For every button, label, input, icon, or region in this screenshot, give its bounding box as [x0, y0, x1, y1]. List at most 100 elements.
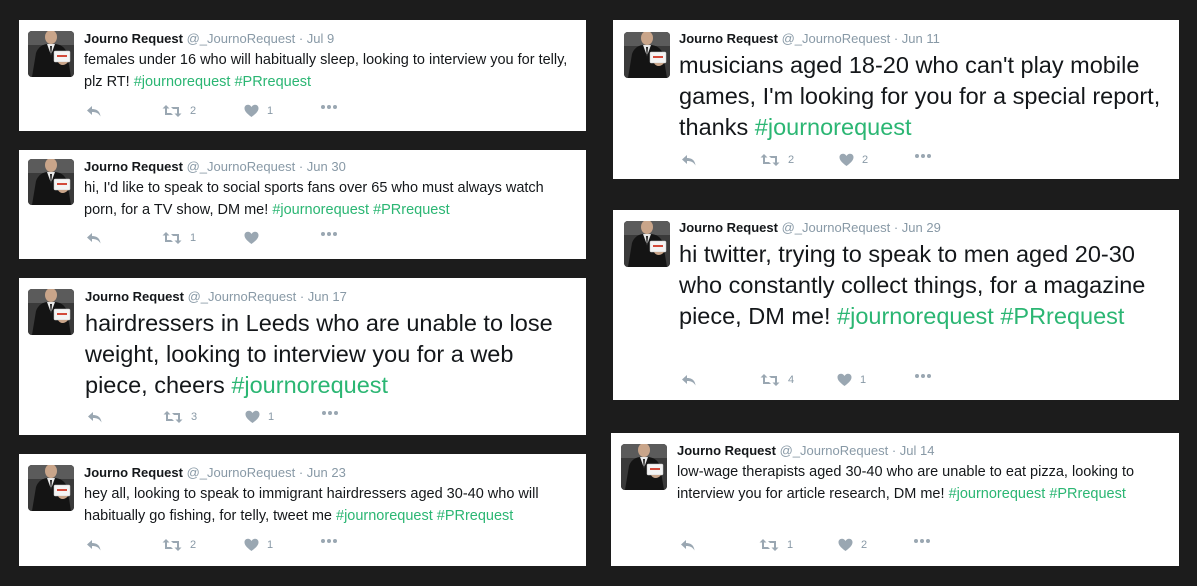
like-count: 1 — [267, 539, 274, 551]
more-button[interactable] — [914, 153, 932, 159]
author-name[interactable]: Journo Request — [85, 289, 184, 304]
reply-button[interactable] — [87, 410, 103, 424]
more-button[interactable] — [320, 104, 338, 110]
avatar[interactable] — [28, 465, 74, 511]
avatar[interactable] — [28, 31, 74, 77]
retweet-count: 3 — [191, 411, 198, 423]
retweet-button[interactable]: 4 — [760, 373, 794, 387]
retweet-icon — [759, 538, 779, 552]
like-icon — [838, 538, 853, 552]
author-handle[interactable]: @_JournoRequest — [188, 289, 297, 304]
retweet-count: 1 — [787, 539, 794, 551]
like-icon — [245, 410, 260, 424]
more-button[interactable] — [321, 410, 339, 416]
retweet-button[interactable]: 2 — [760, 153, 794, 167]
retweet-button[interactable]: 3 — [163, 410, 197, 424]
reply-icon — [680, 538, 696, 552]
more-button[interactable] — [320, 538, 338, 544]
like-button[interactable]: 1 — [244, 538, 273, 552]
retweet-button[interactable]: 2 — [162, 538, 196, 552]
like-button[interactable]: 2 — [838, 538, 867, 552]
hashtag-link[interactable]: #journorequest #PRrequest — [837, 303, 1124, 329]
tweet-date[interactable]: Jun 29 — [902, 220, 941, 235]
retweet-count: 4 — [788, 374, 795, 386]
author-handle[interactable]: @_JournoRequest — [187, 465, 296, 480]
hashtag-link[interactable]: #journorequest — [755, 114, 912, 140]
like-icon — [244, 104, 259, 118]
tweet-text: hi twitter, trying to speak to men aged … — [679, 241, 1146, 329]
tweet-date[interactable]: Jun 30 — [307, 159, 346, 174]
reply-button[interactable] — [680, 538, 696, 552]
avatar[interactable] — [624, 221, 670, 267]
like-button[interactable]: 1 — [244, 104, 273, 118]
author-handle[interactable]: @_JournoRequest — [187, 31, 296, 46]
retweet-count: 1 — [190, 232, 197, 244]
tweet-text: low-wage therapists aged 30-40 who are u… — [677, 464, 1135, 502]
author-handle[interactable]: @_JournoRequest — [187, 159, 296, 174]
reply-icon — [86, 231, 102, 245]
tweet-card[interactable]: Journo Request @_JournoRequest · Jun 23 … — [19, 454, 586, 566]
reply-button[interactable] — [681, 373, 697, 387]
like-button[interactable]: 2 — [839, 153, 868, 167]
author-name[interactable]: Journo Request — [84, 31, 183, 46]
hashtag-link[interactable]: #journorequest #PRrequest — [336, 508, 513, 524]
more-button[interactable] — [914, 373, 932, 379]
more-button[interactable] — [320, 231, 338, 237]
like-icon — [244, 231, 259, 245]
tweet-card[interactable]: Journo Request @_JournoRequest · Jun 29 … — [613, 210, 1179, 400]
like-button[interactable]: 1 — [245, 410, 274, 424]
more-icon — [320, 104, 338, 110]
hashtag-link[interactable]: #journorequest #PRrequest — [134, 74, 311, 90]
like-icon — [839, 153, 854, 167]
tweet-date[interactable]: Jun 23 — [307, 465, 346, 480]
avatar[interactable] — [624, 32, 670, 78]
avatar[interactable] — [28, 159, 74, 205]
retweet-count: 2 — [190, 105, 197, 117]
more-button[interactable] — [913, 538, 931, 544]
like-count: 2 — [861, 539, 868, 551]
retweet-button[interactable]: 2 — [162, 104, 196, 118]
tweet-card[interactable]: Journo Request @_JournoRequest · Jul 14 … — [611, 433, 1179, 566]
tweet-date[interactable]: Jul 14 — [900, 443, 935, 458]
tweet-card[interactable]: Journo Request @_JournoRequest · Jun 17 … — [19, 278, 586, 435]
tweet-date[interactable]: Jun 11 — [902, 31, 940, 46]
like-count: 1 — [860, 374, 867, 386]
hashtag-link[interactable]: #journorequest #PRrequest — [949, 486, 1126, 502]
author-name[interactable]: Journo Request — [84, 159, 183, 174]
author-name[interactable]: Journo Request — [679, 31, 778, 46]
like-button[interactable] — [244, 231, 267, 245]
author-handle[interactable]: @_JournoRequest — [782, 220, 891, 235]
like-count: 1 — [267, 105, 274, 117]
author-handle[interactable]: @_JournoRequest — [782, 31, 891, 46]
reply-button[interactable] — [86, 231, 102, 245]
author-name[interactable]: Journo Request — [84, 465, 183, 480]
reply-button[interactable] — [86, 538, 102, 552]
more-icon — [913, 538, 931, 544]
avatar[interactable] — [28, 289, 74, 335]
reply-icon — [86, 104, 102, 118]
retweet-count: 2 — [190, 539, 197, 551]
tweet-date[interactable]: Jul 9 — [307, 31, 334, 46]
retweet-icon — [162, 538, 182, 552]
tweet-date[interactable]: Jun 17 — [308, 289, 347, 304]
author-handle[interactable]: @_JournoRequest — [780, 443, 889, 458]
more-icon — [320, 538, 338, 544]
retweet-icon — [162, 231, 182, 245]
hashtag-link[interactable]: #journorequest #PRrequest — [272, 202, 449, 218]
like-icon — [244, 538, 259, 552]
retweet-button[interactable]: 1 — [162, 231, 196, 245]
tweet-card[interactable]: Journo Request @_JournoRequest · Jun 30 … — [19, 150, 586, 259]
reply-button[interactable] — [86, 104, 102, 118]
hashtag-link[interactable]: #journorequest — [231, 372, 388, 398]
like-button[interactable]: 1 — [837, 373, 866, 387]
avatar[interactable] — [621, 444, 667, 490]
retweet-button[interactable]: 1 — [759, 538, 793, 552]
author-name[interactable]: Journo Request — [679, 220, 778, 235]
reply-button[interactable] — [681, 153, 697, 167]
retweet-icon — [163, 410, 183, 424]
tweet-card[interactable]: Journo Request @_JournoRequest · Jul 9 f… — [19, 20, 586, 131]
like-icon — [837, 373, 852, 387]
tweet-text: musicians aged 18-20 who can't play mobi… — [679, 52, 1161, 140]
author-name[interactable]: Journo Request — [677, 443, 776, 458]
tweet-card[interactable]: Journo Request @_JournoRequest · Jun 11 … — [613, 20, 1179, 179]
